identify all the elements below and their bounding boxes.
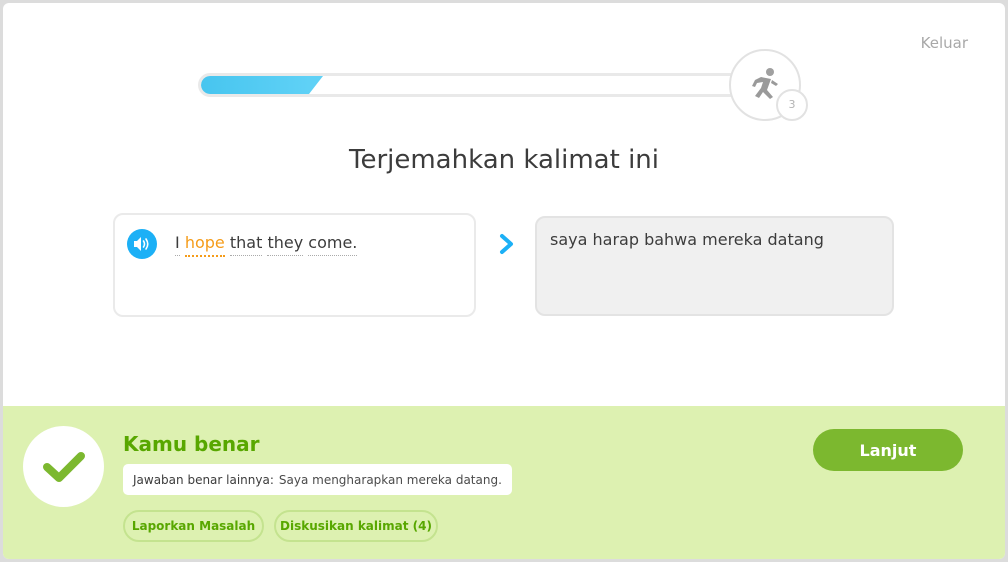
prompt-word[interactable]: hope bbox=[184, 233, 225, 257]
quit-button[interactable]: Keluar bbox=[921, 34, 968, 52]
prompt-card: I hope that they come. bbox=[113, 213, 476, 317]
speaker-icon bbox=[134, 237, 149, 251]
progress-bar bbox=[198, 73, 743, 97]
prompt-word[interactable]: they bbox=[267, 233, 304, 256]
success-badge bbox=[23, 426, 104, 507]
answer-input[interactable]: saya harap bahwa mereka datang bbox=[535, 216, 894, 316]
alternate-answer-text: Saya mengharapkan mereka datang. bbox=[278, 472, 502, 487]
check-icon bbox=[42, 451, 85, 482]
chevron-right-icon bbox=[500, 234, 513, 254]
runner-count-badge: 3 bbox=[776, 89, 808, 121]
alternate-answer: Jawaban benar lainnya: Saya mengharapkan… bbox=[123, 464, 512, 495]
alternate-answer-label: Jawaban benar lainnya: bbox=[133, 472, 274, 487]
continue-button[interactable]: Lanjut bbox=[813, 429, 963, 471]
discuss-sentence-button[interactable]: Diskusikan kalimat (4) bbox=[274, 510, 438, 542]
speaker-button[interactable] bbox=[127, 229, 157, 259]
progress-fill bbox=[201, 76, 323, 94]
prompt-sentence: I hope that they come. bbox=[175, 233, 358, 257]
lesson-window: Keluar 3 Terjemahkan kalimat ini I hope … bbox=[3, 3, 1005, 559]
prompt-word[interactable]: I bbox=[175, 233, 180, 256]
feedback-panel: Kamu benar Jawaban benar lainnya: Saya m… bbox=[3, 406, 1005, 559]
instruction-title: Terjemahkan kalimat ini bbox=[348, 145, 659, 175]
prompt-word[interactable]: come. bbox=[308, 233, 358, 256]
result-title: Kamu benar bbox=[123, 432, 260, 456]
prompt-word[interactable]: that bbox=[229, 233, 263, 256]
report-problem-button[interactable]: Laporkan Masalah bbox=[123, 510, 264, 542]
